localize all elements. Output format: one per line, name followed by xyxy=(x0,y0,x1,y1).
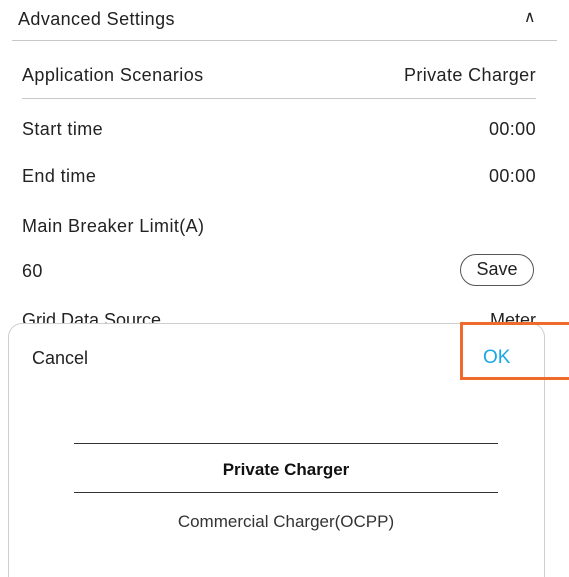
chevron-up-icon[interactable]: ∧ xyxy=(524,7,536,27)
picker-option-private-charger[interactable]: Private Charger xyxy=(74,460,498,480)
picker-selection-top-line xyxy=(74,443,498,444)
end-time-value[interactable]: 00:00 xyxy=(489,166,536,187)
start-time-value[interactable]: 00:00 xyxy=(489,119,536,140)
picker-selection-bottom-line xyxy=(74,492,498,493)
start-time-label: Start time xyxy=(22,119,104,139)
end-time-label: End time xyxy=(22,166,97,186)
application-scenarios-label: Application Scenarios xyxy=(22,65,204,85)
picker-sheet: Cancel OK xyxy=(8,323,545,577)
advanced-settings-title[interactable]: Advanced Settings xyxy=(18,9,175,30)
application-scenarios-value[interactable]: Private Charger xyxy=(404,65,536,86)
main-breaker-limit-value[interactable]: 60 xyxy=(22,261,43,282)
grid-data-source-label: Grid Data Source xyxy=(22,310,162,323)
cancel-button[interactable]: Cancel xyxy=(32,348,88,369)
main-breaker-limit-label: Main Breaker Limit(A) xyxy=(22,216,205,236)
picker-option-commercial-charger[interactable]: Commercial Charger(OCPP) xyxy=(74,512,498,532)
ok-button[interactable]: OK xyxy=(483,347,510,369)
divider xyxy=(22,98,536,99)
save-button[interactable]: Save xyxy=(460,254,534,286)
divider xyxy=(12,40,557,41)
grid-data-source-value: Meter xyxy=(489,310,536,323)
